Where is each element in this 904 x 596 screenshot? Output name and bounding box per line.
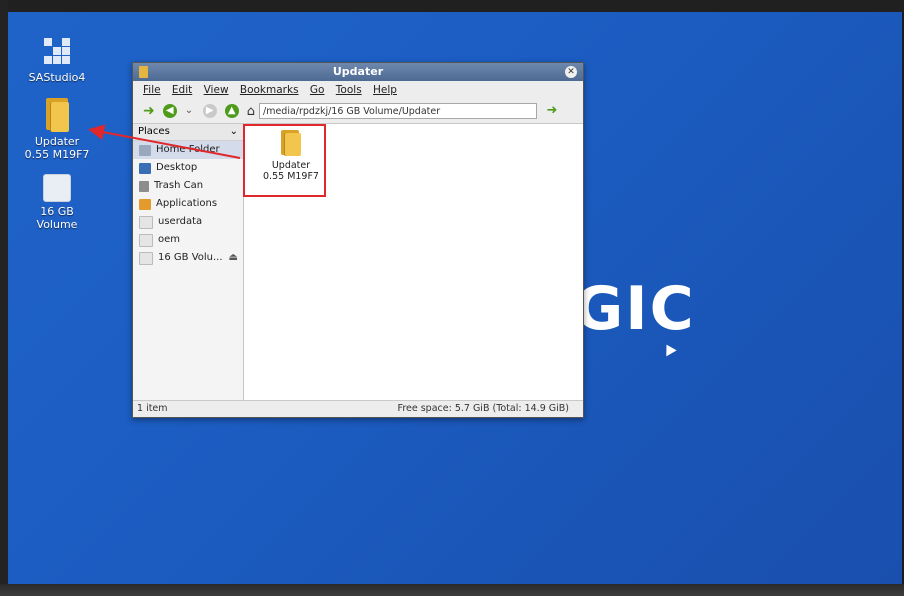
annotation-arrow-icon <box>88 124 241 159</box>
screen-bezel-bottom <box>0 584 904 596</box>
